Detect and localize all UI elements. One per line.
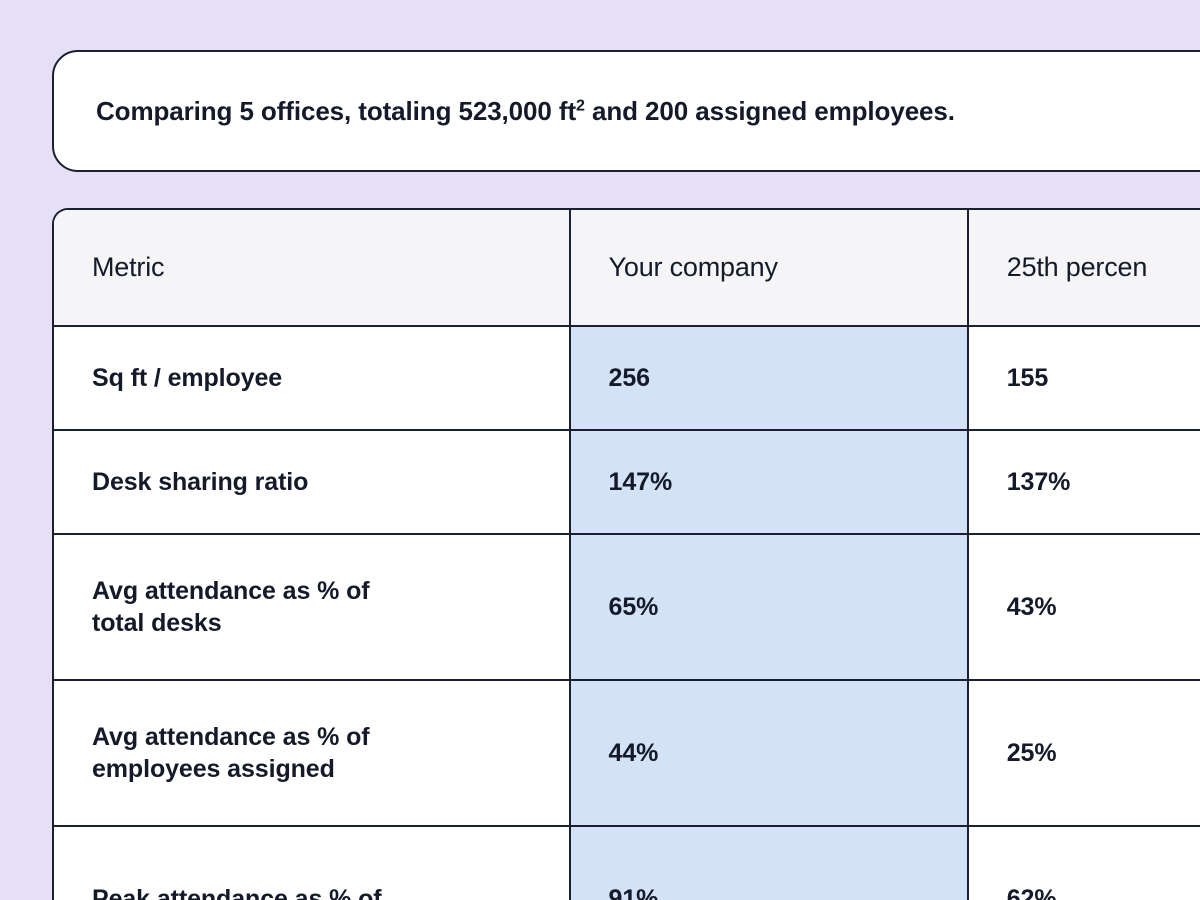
row-metric-label: Peak attendance as % of bbox=[54, 826, 570, 900]
table-row: Desk sharing ratio 147% 137% bbox=[54, 430, 1200, 534]
row-metric-label: Desk sharing ratio bbox=[54, 430, 570, 534]
summary-callout-text: Comparing 5 offices, totaling 523,000 ft… bbox=[54, 96, 955, 127]
cell-25th-percentile: 155 bbox=[968, 326, 1200, 430]
table-body: Sq ft / employee 256 155 Desk sharing ra… bbox=[54, 326, 1200, 900]
table-row: Avg attendance as % oftotal desks 65% 43… bbox=[54, 534, 1200, 680]
metric-line-1: Sq ft / employee bbox=[92, 364, 282, 392]
table-row: Avg attendance as % ofemployees assigned… bbox=[54, 680, 1200, 826]
metric-line-1: Peak attendance as % of bbox=[92, 885, 382, 900]
cell-25th-percentile: 43% bbox=[968, 534, 1200, 680]
cell-your-company: 44% bbox=[570, 680, 968, 826]
metric-line-2: total desks bbox=[92, 607, 531, 639]
table-header-row: Metric Your company 25th percen bbox=[54, 210, 1200, 326]
metric-line-1: Desk sharing ratio bbox=[92, 468, 308, 496]
row-metric-label: Avg attendance as % oftotal desks bbox=[54, 534, 570, 680]
cell-your-company: 147% bbox=[570, 430, 968, 534]
cell-25th-percentile: 25% bbox=[968, 680, 1200, 826]
metric-line-2: employees assigned bbox=[92, 753, 531, 785]
page-root: Comparing 5 offices, totaling 523,000 ft… bbox=[0, 0, 1200, 900]
metric-line-1: Avg attendance as % of bbox=[92, 723, 370, 751]
cell-25th-percentile: 62% bbox=[968, 826, 1200, 900]
cell-25th-percentile: 137% bbox=[968, 430, 1200, 534]
table-row: Sq ft / employee 256 155 bbox=[54, 326, 1200, 430]
metric-line-1: Avg attendance as % of bbox=[92, 577, 370, 605]
summary-suffix: and 200 assigned employees. bbox=[585, 96, 955, 126]
cell-your-company: 65% bbox=[570, 534, 968, 680]
cell-your-company: 91% bbox=[570, 826, 968, 900]
cell-your-company: 256 bbox=[570, 326, 968, 430]
comparison-table-container: Metric Your company 25th percen Sq ft / … bbox=[52, 208, 1200, 900]
summary-prefix: Comparing 5 offices, totaling 523,000 ft bbox=[96, 96, 576, 126]
column-header-25th-percentile[interactable]: 25th percen bbox=[968, 210, 1200, 326]
column-header-metric[interactable]: Metric bbox=[54, 210, 570, 326]
summary-callout: Comparing 5 offices, totaling 523,000 ft… bbox=[52, 50, 1200, 172]
row-metric-label: Sq ft / employee bbox=[54, 326, 570, 430]
row-metric-label: Avg attendance as % ofemployees assigned bbox=[54, 680, 570, 826]
table-row: Peak attendance as % of 91% 62% bbox=[54, 826, 1200, 900]
table-header: Metric Your company 25th percen bbox=[54, 210, 1200, 326]
summary-superscript: 2 bbox=[576, 96, 585, 114]
comparison-table: Metric Your company 25th percen Sq ft / … bbox=[54, 210, 1200, 900]
column-header-your-company[interactable]: Your company bbox=[570, 210, 968, 326]
